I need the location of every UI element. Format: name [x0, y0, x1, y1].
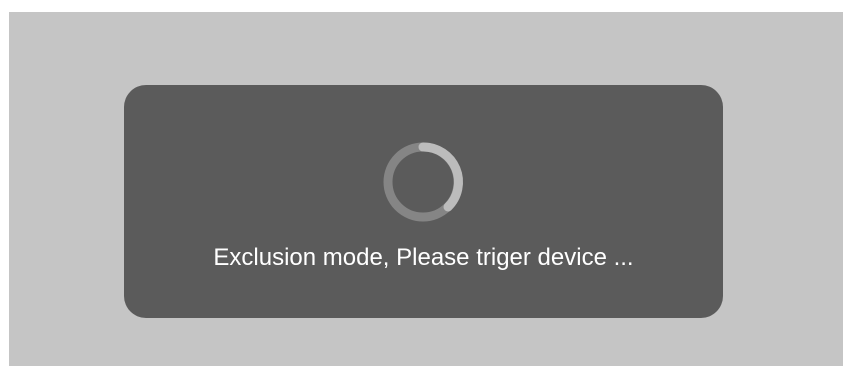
dialog-message: Exclusion mode, Please triger device ...: [213, 244, 634, 271]
progress-dialog: Exclusion mode, Please triger device ...: [124, 85, 723, 318]
loading-spinner-icon: [377, 136, 469, 228]
screen-background: Exclusion mode, Please triger device ...: [9, 12, 843, 366]
